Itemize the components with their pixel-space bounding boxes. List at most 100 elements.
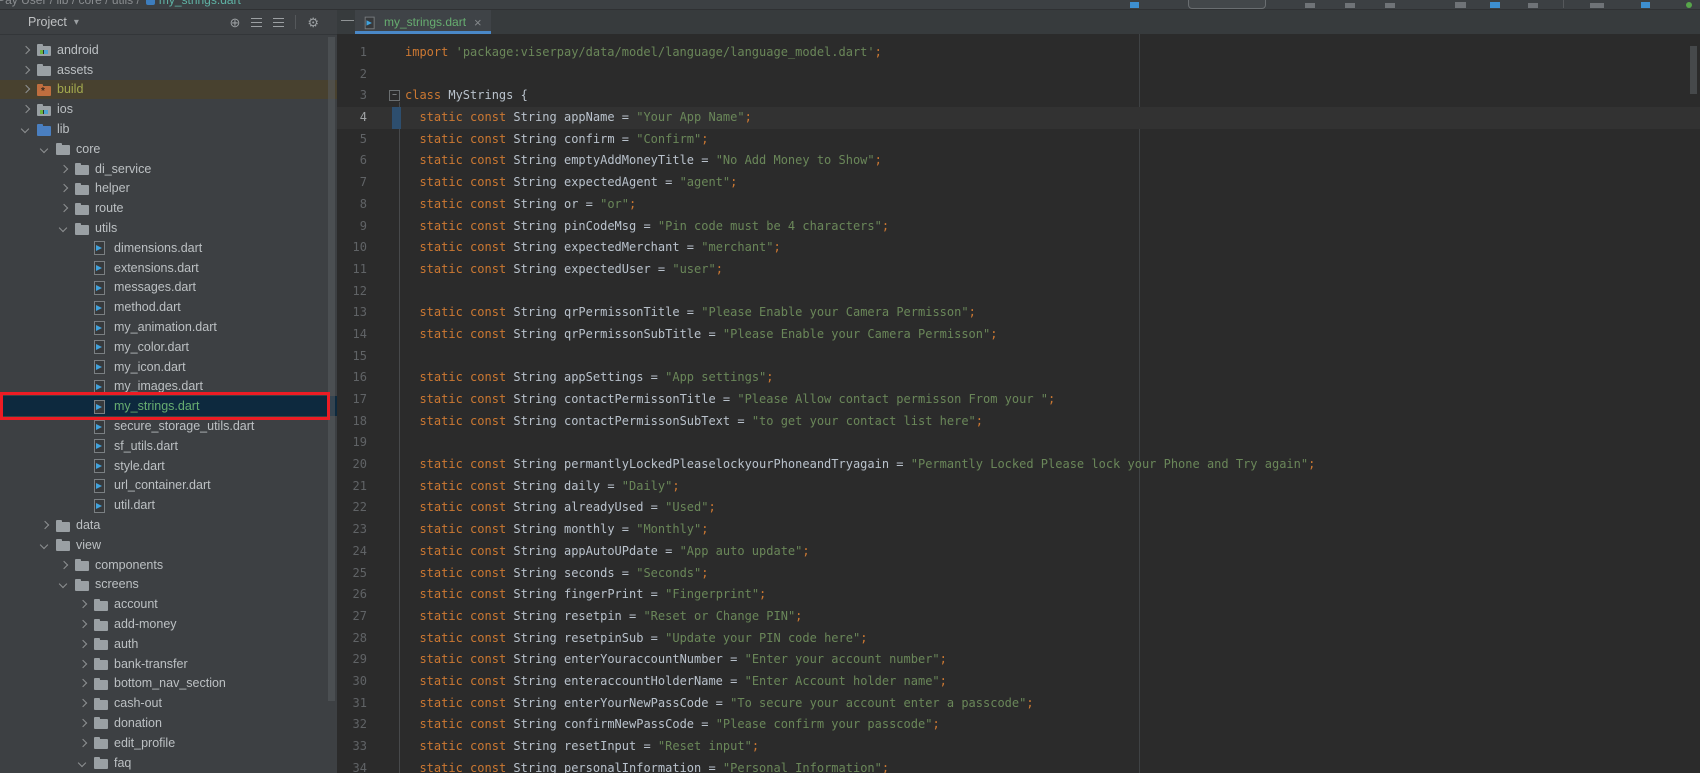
line-number[interactable]: 2: [337, 64, 383, 86]
line-number[interactable]: 11: [337, 259, 383, 281]
toolbar-icon[interactable]: [1305, 3, 1315, 8]
code-line-18[interactable]: 18 static const String contactPermissonS…: [337, 411, 1700, 433]
toolbar-icon[interactable]: [1528, 3, 1538, 8]
code-line-32[interactable]: 32 static const String confirmNewPassCod…: [337, 714, 1700, 736]
line-number[interactable]: 34: [337, 758, 383, 773]
code-line-16[interactable]: 16 static const String appSettings = "Ap…: [337, 367, 1700, 389]
chevron-right-icon[interactable]: [77, 677, 89, 689]
code-line-4[interactable]: 4 static const String appName = "Your Ap…: [337, 107, 1700, 129]
line-number[interactable]: 19: [337, 432, 383, 454]
code-line-24[interactable]: 24 static const String appAutoUPdate = "…: [337, 541, 1700, 563]
code-line-7[interactable]: 7 static const String expectedAgent = "a…: [337, 172, 1700, 194]
code-editor[interactable]: 1import 'package:viserpay/data/model/lan…: [337, 34, 1700, 773]
line-number[interactable]: 6: [337, 150, 383, 172]
tree-item-util.dart[interactable]: util.dart: [0, 495, 337, 515]
chevron-right-icon[interactable]: [58, 163, 70, 175]
tree-item-screens[interactable]: screens: [0, 575, 337, 595]
toolbar-icon[interactable]: [1641, 2, 1650, 8]
tree-item-my_color.dart[interactable]: my_color.dart: [0, 337, 337, 357]
tree-item-add-money[interactable]: add-money: [0, 614, 337, 634]
code-line-23[interactable]: 23 static const String monthly = "Monthl…: [337, 519, 1700, 541]
tree-item-components[interactable]: components: [0, 555, 337, 575]
device-icon[interactable]: [1130, 2, 1139, 8]
line-number[interactable]: 3: [337, 85, 383, 107]
breadcrumb-path[interactable]: ViserPay User / lib / core / utils /: [0, 0, 140, 7]
collapse-all-icon[interactable]: [251, 18, 262, 27]
code-line-14[interactable]: 14 static const String qrPermissonSubTit…: [337, 324, 1700, 346]
editor-scrollbar[interactable]: [1690, 46, 1697, 94]
chevron-right-icon[interactable]: [20, 44, 32, 56]
chevron-down-icon[interactable]: [39, 143, 51, 155]
tab-my-strings-dart[interactable]: my_strings.dart ×: [355, 10, 491, 34]
chevron-right-icon[interactable]: [77, 598, 89, 610]
line-number[interactable]: 23: [337, 519, 383, 541]
line-number[interactable]: 33: [337, 736, 383, 758]
tree-item-my_animation.dart[interactable]: my_animation.dart: [0, 317, 337, 337]
tree-item-build[interactable]: *build: [0, 80, 337, 100]
tree-item-android[interactable]: android: [0, 40, 337, 60]
code-line-8[interactable]: 8 static const String or = "or";: [337, 194, 1700, 216]
tree-item-view[interactable]: view: [0, 535, 337, 555]
code-line-26[interactable]: 26 static const String fingerPrint = "Fi…: [337, 584, 1700, 606]
chevron-down-icon[interactable]: [77, 757, 89, 769]
chevron-right-icon[interactable]: [20, 83, 32, 95]
code-line-12[interactable]: 12: [337, 281, 1700, 303]
line-number[interactable]: 15: [337, 346, 383, 368]
tree-item-my_icon.dart[interactable]: my_icon.dart: [0, 357, 337, 377]
chevron-right-icon[interactable]: [77, 737, 89, 749]
line-number[interactable]: 20: [337, 454, 383, 476]
line-number[interactable]: 21: [337, 476, 383, 498]
code-line-13[interactable]: 13 static const String qrPermissonTitle …: [337, 302, 1700, 324]
line-number[interactable]: 9: [337, 216, 383, 238]
chevron-down-icon[interactable]: [58, 578, 70, 590]
tree-item-url_container.dart[interactable]: url_container.dart: [0, 476, 337, 496]
line-number[interactable]: 8: [337, 194, 383, 216]
code-line-5[interactable]: 5 static const String confirm = "Confirm…: [337, 129, 1700, 151]
code-line-34[interactable]: 34 static const String personalInformati…: [337, 758, 1700, 773]
breadcrumb[interactable]: ViserPay User / lib / core / utils / my_s…: [0, 0, 241, 7]
tree-item-auth[interactable]: auth: [0, 634, 337, 654]
line-number[interactable]: 24: [337, 541, 383, 563]
tree-item-account[interactable]: account: [0, 594, 337, 614]
tree-item-edit_profile[interactable]: edit_profile: [0, 733, 337, 753]
line-number[interactable]: 25: [337, 563, 383, 585]
code-line-2[interactable]: 2: [337, 64, 1700, 86]
chevron-down-icon[interactable]: ▾: [74, 17, 79, 28]
code-line-21[interactable]: 21 static const String daily = "Daily";: [337, 476, 1700, 498]
tree-item-ios[interactable]: ios: [0, 99, 337, 119]
chevron-right-icon[interactable]: [58, 559, 70, 571]
fold-collapse-icon[interactable]: −: [389, 90, 400, 101]
code-line-25[interactable]: 25 static const String seconds = "Second…: [337, 563, 1700, 585]
code-line-9[interactable]: 9 static const String pinCodeMsg = "Pin …: [337, 216, 1700, 238]
tree-item-route[interactable]: route: [0, 198, 337, 218]
tree-item-extensions.dart[interactable]: extensions.dart: [0, 258, 337, 278]
tree-item-core[interactable]: core: [0, 139, 337, 159]
toolbar-icon[interactable]: [1590, 3, 1604, 8]
code-line-17[interactable]: 17 static const String contactPermissonT…: [337, 389, 1700, 411]
tree-item-messages.dart[interactable]: messages.dart: [0, 278, 337, 298]
line-number[interactable]: 32: [337, 714, 383, 736]
line-number[interactable]: 29: [337, 649, 383, 671]
line-number[interactable]: 5: [337, 129, 383, 151]
tree-item-sf_utils.dart[interactable]: sf_utils.dart: [0, 436, 337, 456]
tree-item-style.dart[interactable]: style.dart: [0, 456, 337, 476]
tree-item-assets[interactable]: assets: [0, 60, 337, 80]
tree-item-method.dart[interactable]: method.dart: [0, 297, 337, 317]
line-number[interactable]: 14: [337, 324, 383, 346]
toolbar-icon[interactable]: [1490, 2, 1500, 8]
chevron-right-icon[interactable]: [20, 103, 32, 115]
code-line-11[interactable]: 11 static const String expectedUser = "u…: [337, 259, 1700, 281]
chevron-down-icon[interactable]: [58, 222, 70, 234]
tree-item-cash-out[interactable]: cash-out: [0, 693, 337, 713]
chevron-right-icon[interactable]: [77, 638, 89, 650]
chevron-right-icon[interactable]: [58, 182, 70, 194]
chevron-right-icon[interactable]: [39, 519, 51, 531]
breadcrumb-file[interactable]: my_strings.dart: [159, 0, 241, 7]
tree-item-faq[interactable]: faq: [0, 753, 337, 773]
line-number[interactable]: 1: [337, 42, 383, 64]
line-number[interactable]: 4: [337, 107, 383, 129]
line-number[interactable]: 16: [337, 367, 383, 389]
line-number[interactable]: 12: [337, 281, 383, 303]
line-number[interactable]: 18: [337, 411, 383, 433]
tree-item-di_service[interactable]: di_service: [0, 159, 337, 179]
